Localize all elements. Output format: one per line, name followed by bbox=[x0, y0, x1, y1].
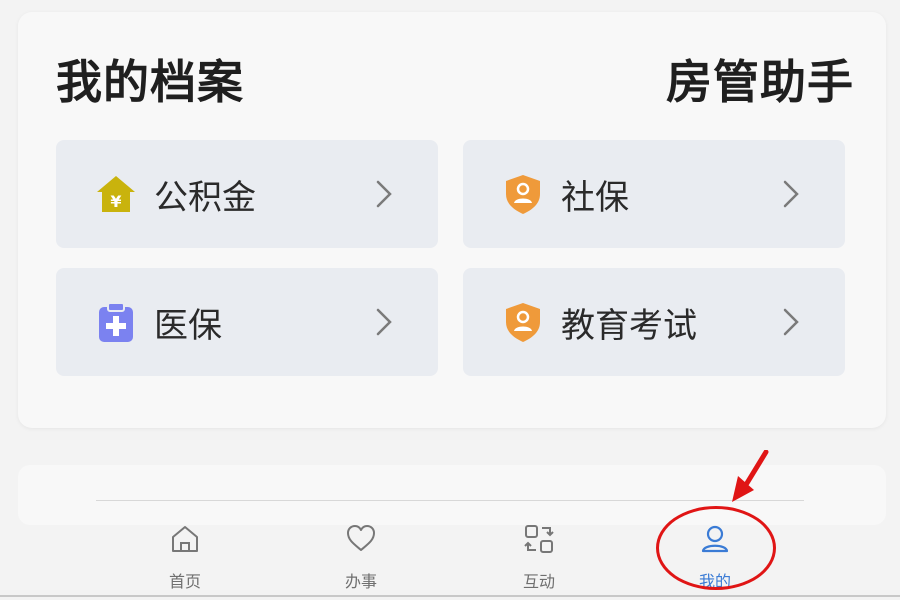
medical-clipboard-icon bbox=[94, 300, 138, 344]
highlight-circle bbox=[656, 506, 776, 590]
tile-label: 社保 bbox=[561, 177, 629, 218]
home-icon bbox=[168, 522, 202, 556]
bottom-edge bbox=[0, 595, 900, 597]
tab-services[interactable]: 办事 bbox=[321, 512, 401, 592]
shield-person-icon bbox=[501, 172, 545, 216]
tabbar-divider bbox=[96, 500, 804, 501]
svg-text:¥: ¥ bbox=[110, 192, 121, 211]
chevron-right-icon bbox=[366, 305, 400, 339]
tab-home[interactable]: 首页 bbox=[145, 512, 225, 592]
exchange-icon bbox=[522, 522, 556, 556]
chevron-right-icon bbox=[366, 177, 400, 211]
overlay-title: 房管助手 bbox=[666, 55, 854, 109]
card-title: 我的档案 bbox=[56, 55, 244, 109]
chevron-right-icon bbox=[773, 305, 807, 339]
tile-medical-insurance[interactable]: 医保 bbox=[56, 268, 438, 376]
tile-label: 公积金 bbox=[154, 177, 256, 218]
tile-label: 医保 bbox=[154, 305, 222, 346]
tile-social-security[interactable]: 社保 bbox=[463, 140, 845, 248]
tab-label: 办事 bbox=[344, 572, 377, 591]
tile-housing-fund[interactable]: ¥ 公积金 bbox=[56, 140, 438, 248]
tile-education-exam[interactable]: 教育考试 bbox=[463, 268, 845, 376]
tab-interaction[interactable]: 互动 bbox=[499, 512, 579, 592]
house-yuan-icon: ¥ bbox=[94, 172, 138, 216]
heart-icon bbox=[344, 522, 378, 556]
tab-label: 首页 bbox=[168, 572, 201, 591]
red-arrow-icon bbox=[724, 449, 772, 510]
tab-label: 互动 bbox=[522, 572, 555, 591]
chevron-right-icon bbox=[773, 177, 807, 211]
tile-label: 教育考试 bbox=[561, 305, 697, 346]
shield-person-icon bbox=[501, 300, 545, 344]
